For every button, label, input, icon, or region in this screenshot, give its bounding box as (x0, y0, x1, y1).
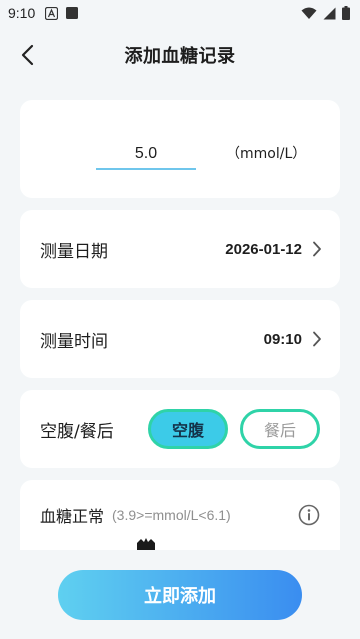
meal-state-row: 空腹/餐后 空腹 餐后 (20, 390, 340, 468)
status-time: 9:10 (8, 5, 36, 21)
measure-time-row[interactable]: 测量时间 09:10 (20, 300, 340, 378)
glucose-status-range: (3.9>=mmol/L<6.1) (112, 507, 231, 523)
status-bar: 9:10 (0, 0, 360, 26)
measure-date-label: 测量日期 (40, 241, 108, 262)
info-icon[interactable] (298, 504, 320, 526)
status-left-icons (45, 6, 79, 20)
measure-time-value: 09:10 (263, 330, 302, 348)
back-button[interactable] (12, 40, 42, 70)
measure-time-label: 测量时间 (40, 331, 108, 352)
glucose-value-card: （mmol/L） (20, 100, 340, 198)
measure-date-value: 2026-01-12 (225, 240, 302, 258)
add-now-button[interactable]: 立即添加 (58, 570, 302, 620)
meal-state-label: 空腹/餐后 (40, 421, 114, 442)
status-right-icons (301, 6, 350, 20)
wifi-icon (301, 7, 317, 19)
header: 添加血糖记录 (0, 30, 360, 80)
range-marker-icon (137, 538, 155, 550)
after-meal-button[interactable]: 餐后 (240, 409, 320, 449)
fasting-button[interactable]: 空腹 (148, 409, 228, 449)
chevron-right-icon (313, 331, 321, 347)
measure-date-row[interactable]: 测量日期 2026-01-12 (20, 210, 340, 288)
notification-square-icon (66, 7, 79, 19)
notification-a-icon (45, 6, 59, 20)
glucose-status-title: 血糖正常 (40, 507, 105, 526)
chevron-right-icon (313, 241, 321, 257)
signal-icon (323, 7, 336, 19)
meal-state-toggle: 空腹 餐后 (148, 409, 320, 449)
page-title: 添加血糖记录 (124, 46, 236, 67)
battery-icon (342, 6, 350, 20)
unit-label: （mmol/L） (226, 146, 307, 162)
chevron-left-icon (21, 44, 34, 66)
glucose-status-card: 血糖正常 (3.9>=mmol/L<6.1) (20, 480, 340, 550)
glucose-value-input[interactable] (96, 140, 196, 170)
